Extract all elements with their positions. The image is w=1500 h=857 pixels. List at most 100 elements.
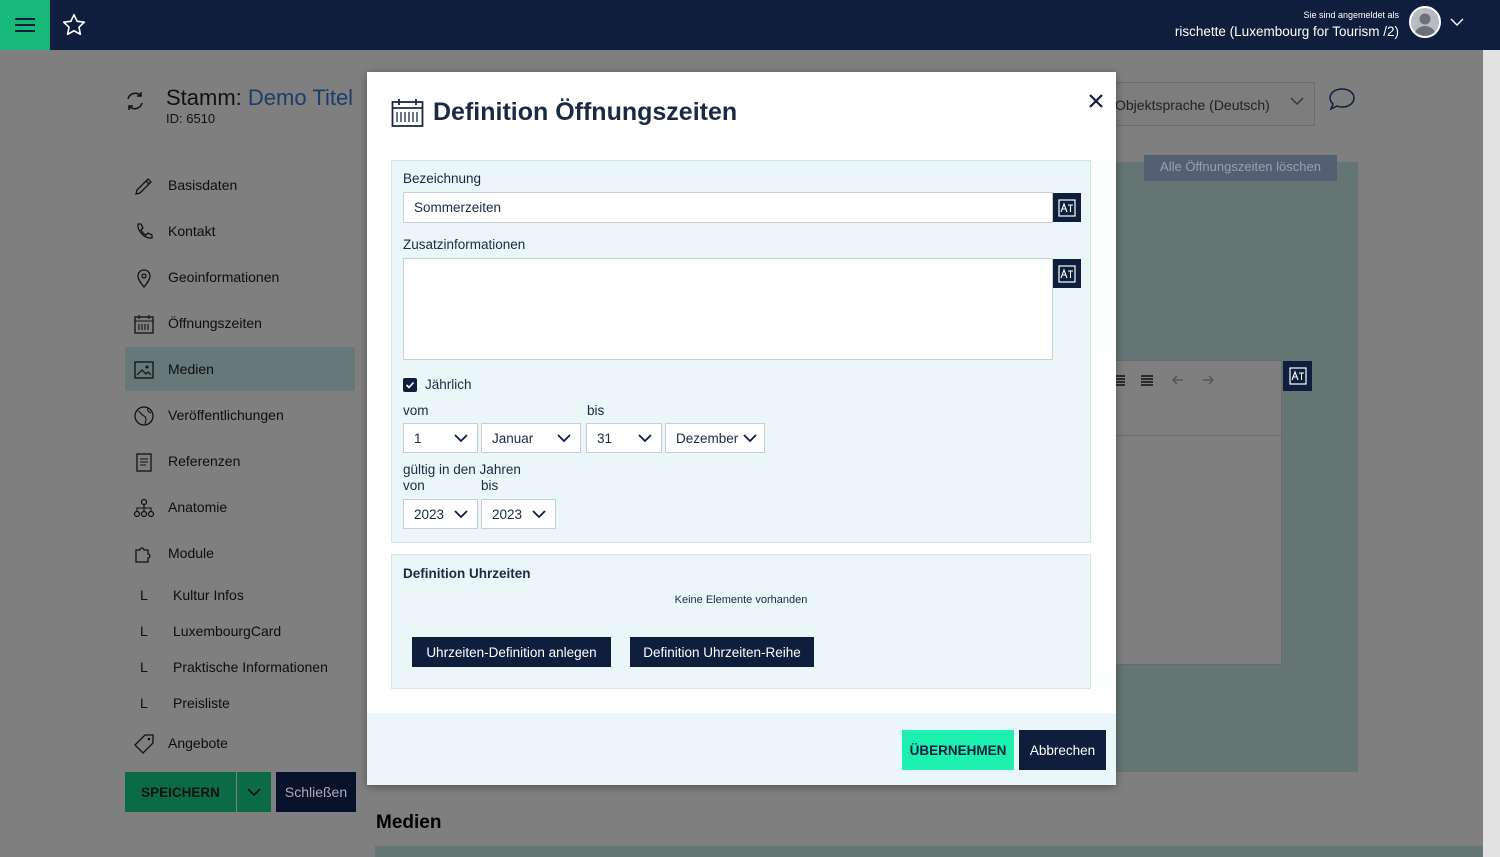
select-value: 1 <box>414 430 422 446</box>
from-day-select[interactable]: 1 <box>403 423 478 453</box>
select-value: 2023 <box>414 506 445 522</box>
sidebar-subitem-kultur-infos[interactable]: L Kultur Infos <box>140 587 244 603</box>
chevron-down-icon <box>638 434 652 443</box>
sidebar-item-geoinformationen[interactable]: Geoinformationen <box>125 255 355 299</box>
object-id: ID: 6510 <box>166 111 216 126</box>
sidebar-subitem-praktische-informationen[interactable]: L Praktische Informationen <box>140 659 328 675</box>
sidebar-subitem-luxembourgcard[interactable]: L LuxembourgCard <box>140 623 281 639</box>
chevron-down-icon <box>247 788 261 797</box>
create-time-definition-button[interactable]: Uhrzeiten-Definition anlegen <box>412 637 611 667</box>
refresh-icon[interactable] <box>124 90 146 112</box>
background-editor-toolbar <box>1100 360 1282 436</box>
chevron-down-icon <box>557 434 571 443</box>
years-to-label: bis <box>481 478 499 493</box>
menu-button[interactable] <box>0 0 50 50</box>
yearly-checkbox[interactable] <box>403 378 417 392</box>
year-to-select[interactable]: 2023 <box>481 499 556 529</box>
sidebar-item-module[interactable]: Module <box>125 531 355 575</box>
user-name[interactable]: rischette (Luxembourg for Tourism /2) <box>1175 24 1399 39</box>
from-month-select[interactable]: Januar <box>481 423 581 453</box>
years-label: gültig in den Jahren <box>403 462 521 477</box>
sidebar-item-medien[interactable]: Medien <box>125 347 355 391</box>
name-field[interactable]: Sommerzeiten <box>403 192 1053 223</box>
chevron-down-icon <box>532 510 546 519</box>
opening-hours-dialog: Definition Öffnungszeiten Bezeichnung So… <box>367 72 1116 785</box>
sidebar-subitem-preisliste[interactable]: L Preisliste <box>140 695 230 711</box>
opening-hours-form: Bezeichnung Sommerzeiten Zusatzinformati… <box>391 160 1091 543</box>
sidebar-item-label: Angebote <box>168 735 228 751</box>
info-label: Zusatzinformationen <box>403 237 526 252</box>
sidebar-item-label: Anatomie <box>168 499 228 515</box>
calendar-icon <box>134 315 154 334</box>
delete-all-button[interactable]: Alle Öffnungszeiten löschen <box>1144 155 1337 181</box>
year-from-select[interactable]: 2023 <box>403 499 478 529</box>
sidebar-item-label: Referenzen <box>168 453 241 469</box>
close-icon[interactable] <box>1085 90 1107 112</box>
select-value: 31 <box>597 430 613 446</box>
save-button[interactable]: SPEICHERN <box>125 772 236 812</box>
to-label: bis <box>587 403 605 418</box>
sidebar-item-angebote[interactable]: Angebote <box>125 721 355 765</box>
sub-marker: L <box>140 695 148 711</box>
scrollbar[interactable] <box>1483 50 1500 857</box>
calendar-icon <box>391 99 424 127</box>
translate-button[interactable] <box>1053 193 1081 222</box>
translate-icon <box>1058 264 1076 283</box>
image-icon <box>134 361 154 379</box>
avatar[interactable] <box>1409 6 1441 38</box>
chevron-down-icon <box>454 434 468 443</box>
to-day-select[interactable]: 31 <box>586 423 662 453</box>
translate-icon <box>1058 198 1076 217</box>
sidebar-item-veroeffentlichungen[interactable]: Veröffentlichungen <box>125 393 355 437</box>
create-time-series-button[interactable]: Definition Uhrzeiten-Reihe <box>630 637 814 667</box>
sidebar-item-oeffnungszeiten[interactable]: Öffnungszeiten <box>125 301 355 345</box>
yearly-label: Jährlich <box>425 377 472 392</box>
title-name: Demo Titel <box>247 85 354 110</box>
save-options-button[interactable] <box>237 772 271 812</box>
phone-icon <box>137 223 153 239</box>
language-select-value: Objektsprache (Deutsch) <box>1115 97 1270 113</box>
empty-state-text: Keine Elemente vorhanden <box>674 594 808 606</box>
select-value: 2023 <box>492 506 523 522</box>
chevron-down-icon <box>1290 97 1304 105</box>
translate-button[interactable] <box>1283 361 1312 391</box>
chevron-down-icon[interactable] <box>1450 17 1464 27</box>
sidebar-item-label: Kultur Infos <box>173 587 244 603</box>
sidebar-item-label: Kontakt <box>168 223 216 239</box>
map-pin-icon <box>137 269 151 289</box>
info-textarea[interactable] <box>403 258 1053 360</box>
align-justify-icon <box>1141 375 1153 386</box>
sub-marker: L <box>140 623 148 639</box>
section-bar <box>375 846 1483 857</box>
hamburger-icon <box>15 18 35 32</box>
chevron-down-icon <box>454 510 468 519</box>
to-month-select[interactable]: Dezember <box>665 423 765 453</box>
times-heading: Definition Uhrzeiten <box>403 566 531 581</box>
apply-button[interactable]: ÜBERNEHMEN <box>902 730 1014 770</box>
chat-icon[interactable] <box>1327 86 1357 114</box>
checkmark-icon <box>405 381 415 389</box>
translate-button[interactable] <box>1053 259 1081 288</box>
sidebar-item-label: Geoinformationen <box>168 269 280 285</box>
sidebar-item-label: Medien <box>168 361 214 377</box>
from-label: vom <box>403 403 429 418</box>
sidebar-item-label: Veröffentlichungen <box>168 407 284 423</box>
cancel-button[interactable]: Abbrechen <box>1019 730 1106 770</box>
years-from-label: von <box>403 478 425 493</box>
top-bar: Sie sind angemeldet als rischette (Luxem… <box>0 0 1500 50</box>
login-label: Sie sind angemeldet als <box>1303 10 1399 20</box>
sidebar-item-referenzen[interactable]: Referenzen <box>125 439 355 483</box>
tag-icon <box>134 734 154 754</box>
close-button[interactable]: Schließen <box>276 772 356 812</box>
sidebar-item-label: Öffnungszeiten <box>168 315 262 331</box>
section-heading-medien: Medien <box>376 812 442 833</box>
sidebar-item-anatomie[interactable]: Anatomie <box>125 485 355 529</box>
sidebar-item-kontakt[interactable]: Kontakt <box>125 209 355 253</box>
time-definitions-section: Definition Uhrzeiten Keine Elemente vorh… <box>391 554 1091 689</box>
sidebar-item-label: Basisdaten <box>168 177 238 193</box>
sidebar-item-basisdaten[interactable]: Basisdaten <box>125 163 355 207</box>
redo-icon <box>1203 375 1214 385</box>
star-icon[interactable] <box>60 12 88 38</box>
undo-icon <box>1172 375 1183 385</box>
language-select[interactable]: Objektsprache (Deutsch) <box>1100 82 1315 126</box>
